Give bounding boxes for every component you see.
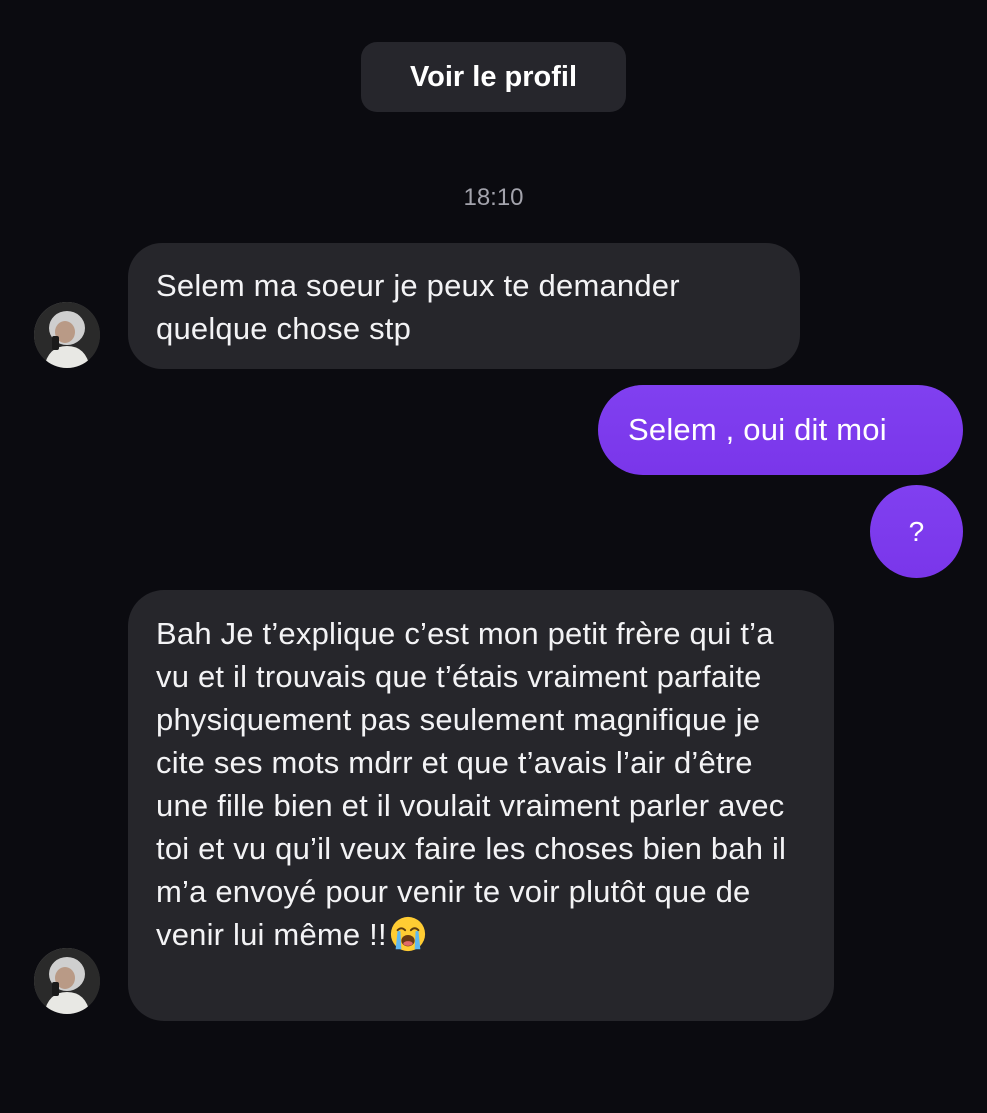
message-text: ? <box>908 516 925 547</box>
view-profile-button[interactable]: Voir le profil <box>361 42 626 112</box>
incoming-message[interactable]: Selem ma soeur je peux te demander quelq… <box>128 243 800 369</box>
incoming-message[interactable]: Bah Je t’explique c’est mon petit frère … <box>128 590 834 1021</box>
outgoing-message[interactable]: ? <box>870 485 963 578</box>
message-text: Selem ma soeur je peux te demander quelq… <box>156 268 680 346</box>
loudly-crying-face-icon <box>390 916 425 952</box>
contact-avatar[interactable] <box>34 948 100 1014</box>
message-text: Selem , oui dit moi <box>628 412 887 447</box>
message-timestamp: 18:10 <box>463 184 524 211</box>
message-text: Bah Je t’explique c’est mon petit frère … <box>156 616 787 952</box>
avatar-photo-icon <box>34 948 100 1014</box>
outgoing-message[interactable]: Selem , oui dit moi <box>598 385 963 475</box>
avatar-photo-icon <box>34 302 100 368</box>
contact-avatar[interactable] <box>34 302 100 368</box>
